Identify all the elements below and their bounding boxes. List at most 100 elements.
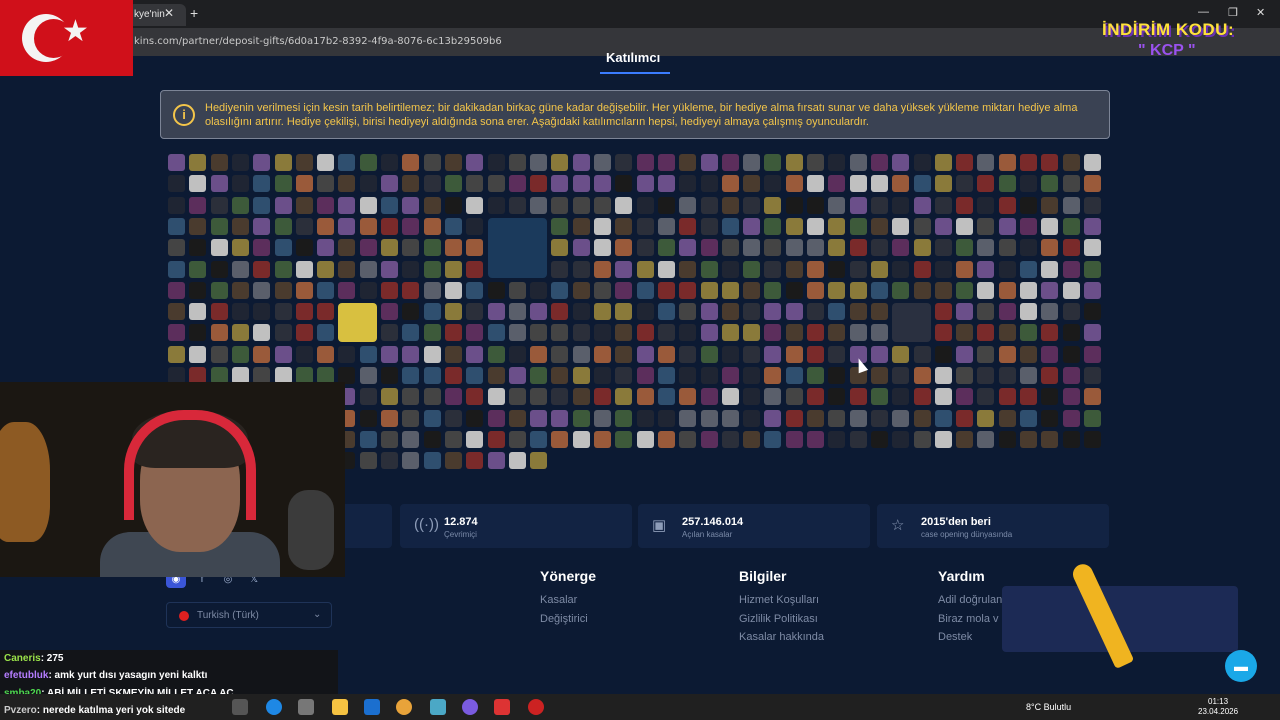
participant-avatar [1083, 430, 1101, 448]
footer-link[interactable]: Gizlilik Politikası [739, 613, 824, 632]
new-tab-icon[interactable]: + [190, 5, 198, 21]
stat-label: case opening dünyasında [921, 530, 1013, 539]
participant-avatar [849, 260, 867, 278]
task-view-icon[interactable] [232, 699, 248, 715]
store-icon[interactable] [298, 699, 314, 715]
participant-avatar [189, 175, 207, 193]
participant-avatar [657, 260, 675, 278]
participant-avatar [977, 217, 995, 235]
footer-link[interactable]: Kasalar hakkında [739, 631, 824, 650]
participant-avatar [551, 196, 569, 214]
obs-icon[interactable] [528, 699, 544, 715]
participant-avatar [508, 154, 526, 171]
footer-link[interactable]: Destek [938, 631, 1002, 650]
participant-avatar [721, 430, 739, 448]
participant-avatar [231, 260, 249, 278]
participant-avatar [466, 388, 484, 406]
participant-avatar [1041, 303, 1059, 321]
participant-avatar [168, 281, 185, 299]
participant-avatar [743, 303, 761, 321]
participant-avatar [1041, 217, 1059, 235]
participant-avatar [1041, 367, 1059, 384]
close-window-icon[interactable]: ✕ [1256, 6, 1265, 19]
participant-avatar [807, 154, 824, 171]
participant-avatar [1083, 324, 1101, 342]
participant-avatar [444, 239, 462, 257]
participant-avatar [359, 430, 377, 448]
participant-avatar [807, 367, 824, 384]
url-text[interactable]: kins.com/partner/deposit-gifts/6d0a17b2-… [134, 36, 502, 47]
participant-avatar [530, 281, 548, 299]
participant-avatar [359, 281, 377, 299]
participant-avatar [572, 324, 590, 342]
browser-tab[interactable]: kye'nin [128, 4, 186, 26]
participant-avatar [594, 175, 611, 193]
participant-avatar [764, 367, 782, 384]
participant-avatar [743, 345, 761, 363]
participant-avatar [210, 175, 228, 193]
minimize-icon[interactable]: — [1198, 6, 1209, 18]
participant-avatar [956, 345, 974, 363]
participant-avatar [189, 239, 207, 257]
participant-avatar [359, 196, 377, 214]
support-chat-icon[interactable]: ▬ [1225, 650, 1257, 682]
participant-avatar [572, 239, 590, 257]
participant-avatar [807, 175, 824, 193]
participant-avatar [721, 196, 739, 214]
footer-heading: Yönerge [540, 568, 597, 584]
participant-avatar [700, 324, 718, 342]
chrome-icon[interactable] [396, 699, 412, 715]
participant-avatar [892, 239, 910, 257]
participant-avatar [934, 196, 952, 214]
participant-avatar [764, 324, 782, 342]
app-icon[interactable] [430, 699, 446, 715]
participant-avatar [870, 217, 888, 235]
guitar [0, 422, 50, 542]
folder-icon[interactable] [332, 699, 348, 715]
participant-avatar [572, 345, 590, 363]
participant-avatar [572, 430, 590, 448]
participant-avatar [295, 303, 313, 321]
participant-avatar [657, 175, 675, 193]
mail-icon[interactable] [364, 699, 380, 715]
participant-avatar [423, 217, 441, 235]
participant-avatar [338, 281, 356, 299]
participant-avatar [1062, 260, 1080, 278]
participant-avatar [1041, 239, 1059, 257]
participant-avatar [1062, 281, 1080, 299]
stat-cases: ▣ 257.146.014 Açılan kasalar [638, 504, 870, 548]
participant-avatar [849, 409, 867, 427]
footer-heading: Bilgiler [739, 568, 787, 584]
participant-avatar [530, 175, 548, 193]
participant-avatar [253, 324, 271, 342]
close-tab-icon[interactable]: ✕ [164, 6, 174, 20]
participant-avatar [317, 217, 335, 235]
participant-avatar [444, 345, 462, 363]
participant-avatar [466, 154, 484, 171]
participant-avatar [381, 324, 398, 342]
participant-avatar [934, 367, 952, 384]
section-title[interactable]: Katılımcı [606, 50, 660, 65]
footer-link[interactable]: Kasalar [540, 594, 596, 613]
maximize-icon[interactable]: ❐ [1228, 6, 1238, 19]
weather-widget[interactable]: 8°C Bulutlu [1026, 702, 1071, 712]
discord-taskbar-icon[interactable] [462, 699, 478, 715]
footer-link[interactable]: Adil doğrulan [938, 594, 1002, 613]
participant-avatar [338, 239, 356, 257]
participant-avatar [466, 217, 484, 235]
clock[interactable]: 01:13 23.04.2026 [1198, 697, 1238, 717]
participant-avatar [487, 281, 505, 299]
participant-avatar [402, 239, 420, 257]
app-icon[interactable] [494, 699, 510, 715]
footer-link[interactable]: Değiştirici [540, 613, 596, 632]
participant-avatar [977, 281, 995, 299]
participant-avatar [231, 281, 249, 299]
language-select[interactable]: Turkish (Türk) ⌄ [166, 602, 332, 628]
edge-icon[interactable] [266, 699, 282, 715]
participant-avatar [700, 409, 718, 427]
participant-avatar [402, 324, 420, 342]
footer-link[interactable]: Hizmet Koşulları [739, 594, 824, 613]
participant-avatar [679, 281, 697, 299]
footer-link[interactable]: Biraz mola v [938, 613, 1002, 632]
participant-avatar [274, 345, 292, 363]
